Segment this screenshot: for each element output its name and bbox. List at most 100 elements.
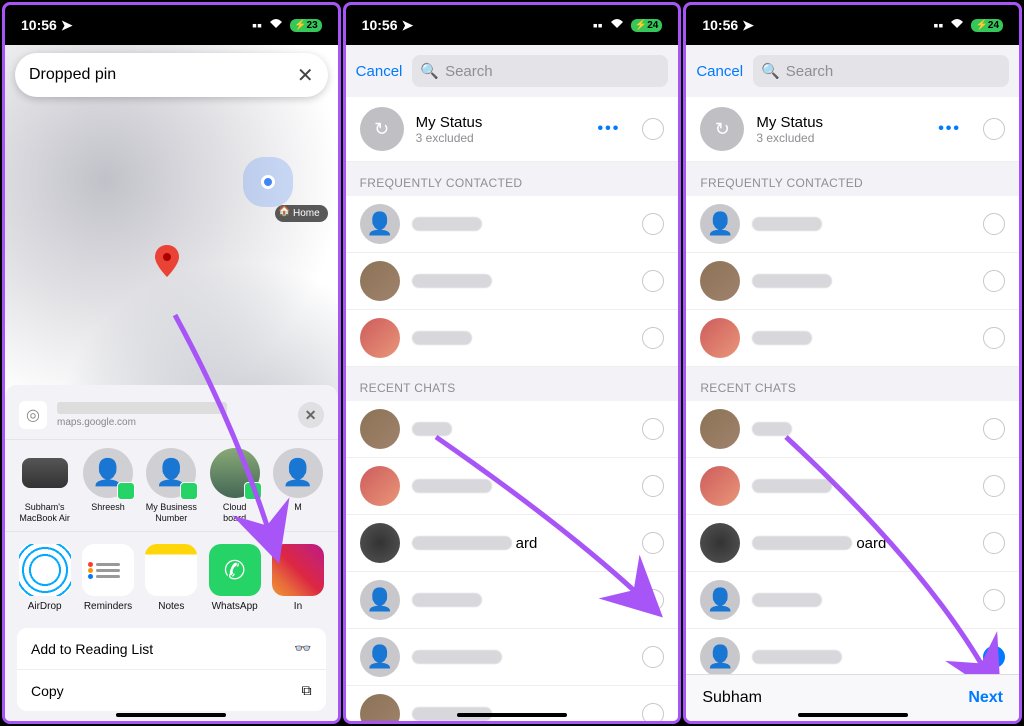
signal-icon: ▪▪ xyxy=(252,17,262,33)
contact-row[interactable]: oard xyxy=(686,515,1019,572)
contact-row[interactable]: 👤 xyxy=(346,572,679,629)
wa-header: Cancel 🔍 Search xyxy=(686,45,1019,97)
contact-row[interactable] xyxy=(686,458,1019,515)
section-recent: Recent Chats xyxy=(686,367,1019,401)
wa-search-placeholder: Search xyxy=(786,63,834,80)
select-radio[interactable] xyxy=(983,475,1005,497)
more-icon[interactable]: ••• xyxy=(938,120,961,138)
contact-row[interactable]: ard xyxy=(346,515,679,572)
clear-icon[interactable]: ✕ xyxy=(297,63,314,88)
notes-app[interactable]: Notes xyxy=(144,544,199,612)
home-indicator xyxy=(798,713,908,717)
contact-row[interactable] xyxy=(686,253,1019,310)
location-icon: ➤ xyxy=(61,17,73,34)
contact-row[interactable] xyxy=(686,310,1019,367)
status-time: 10:56 xyxy=(362,17,398,33)
select-radio[interactable] xyxy=(983,213,1005,235)
contact-row[interactable] xyxy=(346,253,679,310)
copy-action[interactable]: Copy⧉ xyxy=(17,670,326,711)
wa-body[interactable]: ↻ My Status3 excluded ••• Frequently Con… xyxy=(686,97,1019,674)
home-pin-label[interactable]: Home xyxy=(275,205,328,222)
select-radio[interactable] xyxy=(642,118,664,140)
status-title: My Status xyxy=(756,114,926,131)
share-contact[interactable]: Subham's MacBook Air xyxy=(17,448,72,523)
select-radio[interactable] xyxy=(642,213,664,235)
share-apps-row: AirDrop Reminders Notes ✆WhatsApp In xyxy=(5,531,338,624)
contact-row[interactable]: 👤 xyxy=(686,196,1019,253)
share-contact[interactable]: 👤Shreesh xyxy=(80,448,135,523)
wa-body[interactable]: ↻ My Status3 excluded ••• Frequently Con… xyxy=(346,97,679,721)
share-sheet: ◎ maps.google.com ✕ Subham's MacBook Air… xyxy=(5,385,338,721)
select-radio[interactable] xyxy=(642,589,664,611)
cancel-button[interactable]: Cancel xyxy=(356,63,403,80)
map-search-box[interactable]: ✕ xyxy=(15,53,328,97)
section-frequently: Frequently Contacted xyxy=(346,162,679,196)
copy-icon: ⧉ xyxy=(302,682,312,699)
airdrop-app[interactable]: AirDrop xyxy=(17,544,72,612)
contact-row[interactable] xyxy=(346,401,679,458)
home-indicator xyxy=(457,713,567,717)
close-icon[interactable]: ✕ xyxy=(298,402,324,428)
select-radio[interactable] xyxy=(642,270,664,292)
status-avatar-icon: ↻ xyxy=(700,107,744,151)
battery-pill: ⚡23 xyxy=(290,19,322,32)
location-icon: ➤ xyxy=(742,17,754,34)
select-radio[interactable] xyxy=(642,703,664,721)
section-frequently: Frequently Contacted xyxy=(686,162,1019,196)
contact-row[interactable] xyxy=(346,458,679,515)
select-radio[interactable] xyxy=(983,270,1005,292)
next-button[interactable]: Next xyxy=(968,689,1003,707)
whatsapp-app[interactable]: ✆WhatsApp xyxy=(207,544,262,612)
contact-row[interactable]: 👤 xyxy=(686,572,1019,629)
add-reading-list-action[interactable]: Add to Reading List👓 xyxy=(17,628,326,670)
select-radio[interactable] xyxy=(642,475,664,497)
share-contact[interactable]: 👤M xyxy=(270,448,325,523)
contact-row[interactable] xyxy=(346,310,679,367)
battery-pill: ⚡24 xyxy=(971,19,1003,32)
status-time: 10:56 xyxy=(21,17,57,33)
select-radio[interactable] xyxy=(642,532,664,554)
wa-search-placeholder: Search xyxy=(445,63,493,80)
instagram-app[interactable]: In xyxy=(270,544,325,612)
wifi-icon xyxy=(268,17,284,33)
select-radio[interactable] xyxy=(642,327,664,349)
status-bar: 10:56 ➤ ▪▪ ⚡23 xyxy=(5,5,338,45)
current-location-dot xyxy=(261,175,275,189)
status-title: My Status xyxy=(416,114,586,131)
select-radio[interactable] xyxy=(642,646,664,668)
wa-search-box[interactable]: 🔍 Search xyxy=(412,55,668,87)
safari-icon: ◎ xyxy=(19,401,47,429)
map-view[interactable]: ✕ Home ◎ maps.google.com ✕ Subham's MacB… xyxy=(5,45,338,721)
select-radio[interactable] xyxy=(642,418,664,440)
reminders-app[interactable]: Reminders xyxy=(80,544,135,612)
selected-name: Subham xyxy=(702,689,762,707)
select-radio[interactable] xyxy=(983,532,1005,554)
contact-row[interactable]: 👤✓ xyxy=(686,629,1019,674)
map-search-input[interactable] xyxy=(29,66,297,84)
contact-row[interactable]: 👤 xyxy=(346,629,679,686)
select-radio[interactable] xyxy=(983,327,1005,349)
dropped-pin-icon[interactable] xyxy=(155,245,179,284)
glasses-icon: 👓 xyxy=(294,640,311,657)
status-subtitle: 3 excluded xyxy=(756,131,926,145)
share-contact[interactable]: 👤My Business Number xyxy=(144,448,199,523)
share-contact[interactable]: Cloud board xyxy=(207,448,262,523)
cancel-button[interactable]: Cancel xyxy=(696,63,743,80)
contact-row[interactable] xyxy=(686,401,1019,458)
search-icon: 🔍 xyxy=(761,62,780,80)
select-radio[interactable] xyxy=(983,118,1005,140)
my-status-row[interactable]: ↻ My Status3 excluded ••• xyxy=(346,97,679,162)
share-title-blurred xyxy=(57,402,227,414)
my-status-row[interactable]: ↻ My Status3 excluded ••• xyxy=(686,97,1019,162)
section-recent: Recent Chats xyxy=(346,367,679,401)
home-indicator xyxy=(116,713,226,717)
wifi-icon xyxy=(609,17,625,33)
contact-row[interactable]: 👤 xyxy=(346,196,679,253)
select-radio[interactable] xyxy=(983,589,1005,611)
more-icon[interactable]: ••• xyxy=(598,120,621,138)
select-radio[interactable]: ✓ xyxy=(983,646,1005,668)
select-radio[interactable] xyxy=(983,418,1005,440)
wa-header: Cancel 🔍 Search xyxy=(346,45,679,97)
wa-search-box[interactable]: 🔍 Search xyxy=(753,55,1009,87)
status-bar: 10:56➤ ▪▪⚡24 xyxy=(686,5,1019,45)
